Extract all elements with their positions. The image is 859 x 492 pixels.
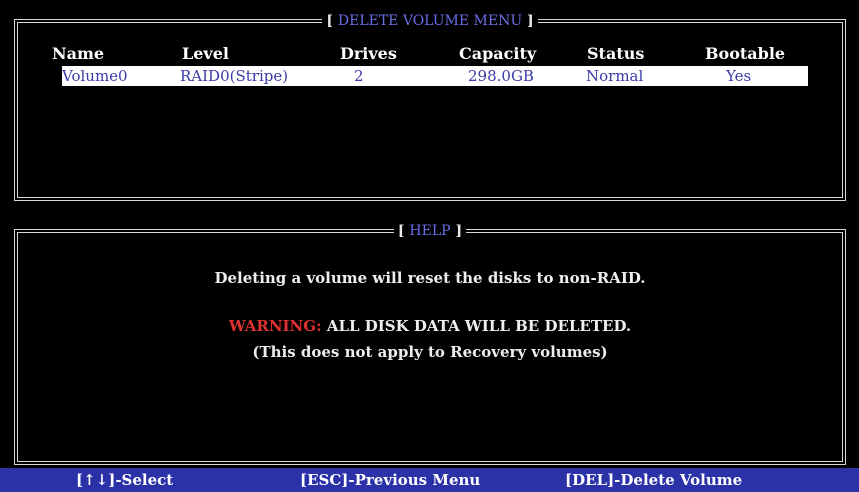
footer-delete-volume-hint: [DEL]-Delete Volume [565,471,743,489]
help-panel-title: [ HELP ] [18,221,842,239]
help-text-reset: Deleting a volume will reset the disks t… [214,269,646,287]
column-header-drives: Drives [340,44,397,63]
help-panel: [ HELP ] Deleting a volume will reset th… [14,223,846,465]
help-title: HELP [409,223,451,239]
column-header-status: Status [587,44,645,63]
help-text-warning: WARNING: ALL DISK DATA WILL BE DELETED. [18,317,842,335]
volume-level: RAID0(Stripe) [180,67,289,85]
warning-text: ALL DISK DATA WILL BE DELETED. [321,317,632,335]
panel-title: [ DELETE VOLUME MENU ] [18,11,842,29]
column-header-level: Level [182,44,229,63]
column-header-name: Name [52,44,105,63]
table-row[interactable]: Volume0 RAID0(Stripe) 2 298.0GB Normal Y… [62,66,808,86]
volume-capacity: 298.0GB [468,67,534,85]
help-text-recovery-note: (This does not apply to Recovery volumes… [252,343,608,361]
column-header-capacity: Capacity [459,44,537,63]
volume-drives: 2 [354,67,364,85]
column-header-bootable: Bootable [705,44,786,63]
volume-status: Normal [586,67,644,85]
footer-key-bar: [↑↓]-Select [ESC]-Previous Menu [DEL]-De… [0,468,859,492]
volume-bootable: Yes [726,67,752,85]
delete-volume-menu-title: DELETE VOLUME MENU [337,13,523,29]
footer-previous-menu-hint: [ESC]-Previous Menu [300,471,481,489]
warning-label: WARNING: [228,317,322,335]
footer-select-hint: [↑↓]-Select [76,471,174,489]
volume-name: Volume0 [62,67,128,85]
